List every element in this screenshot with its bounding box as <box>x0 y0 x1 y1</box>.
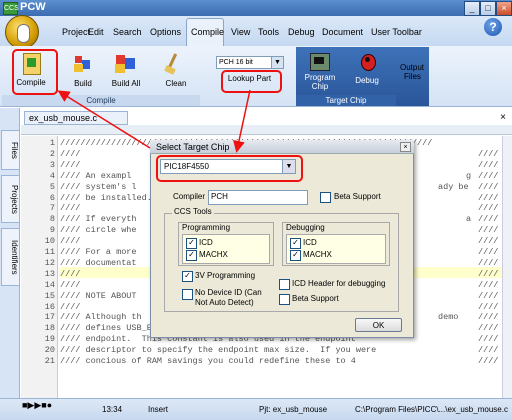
status-mode: Insert <box>148 405 169 414</box>
arrow-to-dialog <box>233 89 251 153</box>
annotation-arrows <box>57 89 251 153</box>
playback-icons: ■▶▶■● <box>22 400 53 410</box>
arrow-to-compile <box>57 90 151 149</box>
media-controls[interactable]: ■▶▶■● <box>22 400 82 414</box>
status-bar: ■▶▶■● 13:34 Insert Pjt: ex_usb_mouse C:\… <box>0 398 512 420</box>
status-time: 13:34 <box>102 405 123 414</box>
status-path: C:\Program Files\PICC\...\ex_usb_mouse.c <box>355 405 508 414</box>
status-project: Pjt: ex_usb_mouse <box>259 405 328 414</box>
